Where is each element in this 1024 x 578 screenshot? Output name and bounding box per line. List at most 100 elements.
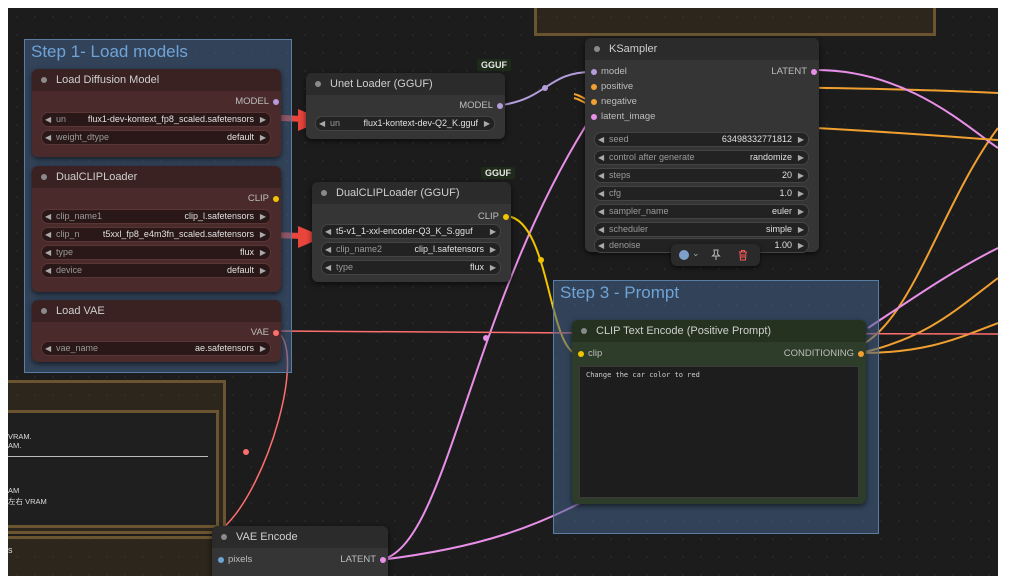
wire-model-reroute (542, 85, 548, 91)
arrow-left-icon: ◀ (45, 266, 52, 275)
collapse-dot-icon[interactable] (221, 534, 227, 540)
arrow-left-icon: ◀ (45, 212, 52, 221)
note-fragment: s (8, 545, 13, 555)
output-latent[interactable]: LATENT (771, 66, 817, 77)
device-widget[interactable]: ◀ device default ▶ (41, 263, 271, 278)
collapse-dot-icon[interactable] (41, 308, 47, 314)
output-clip[interactable]: CLIP (248, 193, 279, 204)
arrow-right-icon: ▶ (483, 119, 490, 128)
node-title: DualCLIPLoader (GGUF) (336, 187, 460, 199)
dualcliploader-gguf-node[interactable]: DualCLIPLoader (GGUF) CLIP ◀ t5-v1_1-xxl-… (312, 182, 511, 282)
top-group-fragment (534, 8, 936, 36)
collapse-dot-icon[interactable] (41, 174, 47, 180)
input-pin[interactable] (591, 114, 597, 120)
chevron-down-icon[interactable]: ⌄ (692, 248, 700, 259)
node-title: Load VAE (56, 305, 105, 317)
output-model[interactable]: MODEL (235, 96, 279, 107)
input-pixels[interactable]: pixels (218, 554, 252, 565)
clip-name2-widget[interactable]: ◀ clip_n t5xxl_fp8_e4m3fn_scaled.safetenso… (41, 227, 271, 242)
sampler-name-widget[interactable]: ◀ sampler_name euler ▶ (594, 204, 809, 219)
wire-ksampler-out (815, 69, 998, 149)
arrow-left-icon: ◀ (325, 263, 332, 272)
group-step1-title: Step 1- Load models (31, 42, 188, 61)
trash-icon[interactable] (737, 249, 749, 261)
clip-name1-widget[interactable]: ◀ t5-v1_1-xxl-encoder-Q3_K_S.gguf ▶ (321, 224, 501, 239)
prompt-textarea[interactable]: Change the car color to red (579, 366, 859, 498)
control-after-generate-widget[interactable]: ◀ control after generate randomize ▶ (594, 150, 809, 165)
cfg-widget[interactable]: ◀ cfg 1.0 ▶ (594, 186, 809, 201)
collapse-dot-icon[interactable] (581, 328, 587, 334)
collapse-dot-icon[interactable] (315, 81, 321, 87)
output-vae[interactable]: VAE (251, 327, 279, 338)
vae-encode-node[interactable]: VAE Encode pixels LATENT (212, 526, 388, 576)
ksampler-node[interactable]: KSampler model positive negative latent_… (585, 38, 819, 253)
load-vae-node[interactable]: Load VAE VAE ◀ vae_name ae.safetensors ▶ (32, 300, 281, 362)
arrow-right-icon: ▶ (489, 245, 496, 254)
vae-name-widget[interactable]: ◀ vae_name ae.safetensors ▶ (41, 341, 271, 356)
color-circle-icon[interactable] (679, 250, 689, 260)
arrow-right-icon: ▶ (259, 344, 266, 353)
arrow-left-icon: ◀ (598, 207, 605, 216)
seed-widget[interactable]: ◀ seed 63498332771812 ▶ (594, 132, 809, 147)
unet-name-widget[interactable]: ◀ un flux1-dev-kontext_fp8_scaled.safetens… (41, 112, 271, 127)
unet-loader-gguf-node[interactable]: Unet Loader (GGUF) MODEL ◀ un flux1-kontex… (306, 73, 505, 139)
collapse-dot-icon[interactable] (41, 77, 47, 83)
output-pin[interactable] (503, 214, 509, 220)
clip-name2-widget[interactable]: ◀ clip_name2 clip_l.safetensors ▶ (321, 242, 501, 257)
arrow-right-icon: ▶ (259, 230, 266, 239)
arrow-right-icon: ▶ (797, 171, 804, 180)
steps-widget[interactable]: ◀ steps 20 ▶ (594, 168, 809, 183)
input-pin[interactable] (578, 351, 584, 357)
output-pin[interactable] (497, 103, 503, 109)
input-negative[interactable]: negative (591, 96, 637, 107)
input-pin[interactable] (591, 99, 597, 105)
arrow-right-icon: ▶ (489, 263, 496, 272)
arrow-left-icon: ◀ (319, 119, 326, 128)
clip-text-encode-node[interactable]: CLIP Text Encode (Positive Prompt) clip … (572, 320, 866, 504)
arrow-right-icon: ▶ (797, 189, 804, 198)
scheduler-widget[interactable]: ◀ scheduler simple ▶ (594, 222, 809, 237)
output-model[interactable]: MODEL (459, 100, 503, 111)
arrow-left-icon: ◀ (598, 225, 605, 234)
arrow-left-icon: ◀ (45, 133, 52, 142)
input-positive[interactable]: positive (591, 81, 633, 92)
notes-panel (8, 410, 219, 528)
node-title: CLIP Text Encode (Positive Prompt) (596, 325, 772, 337)
output-pin[interactable] (858, 351, 864, 357)
arrow-right-icon: ▶ (797, 225, 804, 234)
arrow-right-icon: ▶ (259, 212, 266, 221)
type-widget[interactable]: ◀ type flux ▶ (41, 245, 271, 260)
note-fragment: 左右 VRAM (8, 497, 47, 506)
output-pin[interactable] (380, 557, 386, 563)
node-graph-canvas[interactable]: Step 1- Load models Load Diffusion Model… (8, 8, 998, 576)
input-latent-image[interactable]: latent_image (591, 111, 655, 122)
arrow-left-icon: ◀ (598, 135, 605, 144)
output-pin[interactable] (811, 69, 817, 75)
output-latent[interactable]: LATENT (340, 554, 386, 565)
input-pin[interactable] (591, 84, 597, 90)
dualcliploader-node[interactable]: DualCLIPLoader CLIP ◀ clip_name1 clip_l.sa… (32, 166, 281, 292)
output-pin[interactable] (273, 330, 279, 336)
type-widget[interactable]: ◀ type flux ▶ (321, 260, 501, 275)
pin-icon[interactable] (710, 249, 722, 261)
note-divider (8, 456, 208, 457)
load-diffusion-model-node[interactable]: Load Diffusion Model MODEL ◀ un flux1-dev-… (32, 69, 281, 157)
input-clip[interactable]: clip (578, 348, 602, 359)
input-pin[interactable] (218, 557, 224, 563)
output-conditioning[interactable]: CONDITIONING (784, 348, 864, 359)
unet-name-widget[interactable]: ◀ un flux1-kontext-dev-Q2_K.gguf ▶ (315, 116, 495, 131)
collapse-dot-icon[interactable] (321, 190, 327, 196)
arrow-left-icon: ◀ (45, 115, 52, 124)
collapse-dot-icon[interactable] (594, 46, 600, 52)
arrow-left-icon: ◀ (598, 241, 605, 250)
arrow-right-icon: ▶ (259, 133, 266, 142)
clip-name1-widget[interactable]: ◀ clip_name1 clip_l.safetensors ▶ (41, 209, 271, 224)
input-pin[interactable] (591, 69, 597, 75)
input-model[interactable]: model (591, 66, 627, 77)
arrow-left-icon: ◀ (598, 171, 605, 180)
weight-dtype-widget[interactable]: ◀ weight_dtype default ▶ (41, 130, 271, 145)
output-pin[interactable] (273, 99, 279, 105)
arrow-right-icon: ▶ (797, 207, 804, 216)
output-pin[interactable] (273, 196, 279, 202)
output-clip[interactable]: CLIP (478, 211, 509, 222)
